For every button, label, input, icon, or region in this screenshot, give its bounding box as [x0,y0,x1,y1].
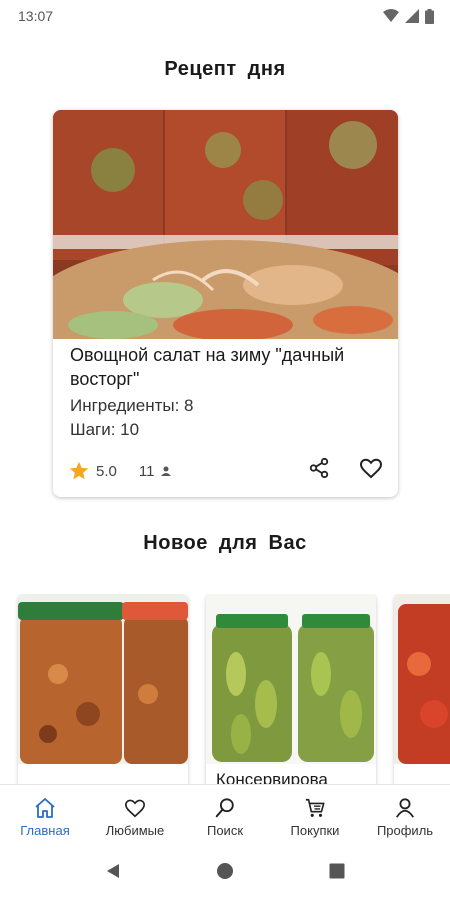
new-recipe-card[interactable]: Консервирова [206,594,376,784]
featured-recipe-card[interactable]: Овощной салат на зиму "дачный восторг" И… [53,110,398,497]
nav-label: Поиск [206,823,244,838]
new-for-you-heading: Новое для Вас [143,532,307,554]
featured-recipe-ingredients: Ингредиенты: 8 [70,396,194,415]
nav-item-profile[interactable]: Профиль [360,785,450,842]
reviews-count: 11 [138,462,155,480]
cart-icon [305,798,325,817]
new-recipe-card[interactable] [394,594,450,784]
nav-label: Любимые [105,823,165,838]
new-recipe-image [206,594,376,764]
featured-recipe-image [53,110,398,339]
nav-item-search[interactable]: Поиск [180,785,270,842]
status-icons [383,8,434,24]
home-circle-icon[interactable] [216,862,234,880]
featured-card-actions [306,455,384,481]
battery-icon [425,8,434,24]
cellular-icon [405,9,419,23]
home-icon [35,798,55,818]
star-icon [69,461,89,480]
heart-icon [359,458,383,479]
new-recipes-carousel[interactable]: Консервирова [0,594,450,784]
recipe-of-day-heading: Рецепт дня [164,58,286,80]
new-recipe-image [394,594,450,764]
system-navigation-bar [0,842,450,900]
new-recipe-image [18,594,188,764]
search-icon [215,798,234,818]
status-bar: 13:07 [0,0,450,32]
favorite-button[interactable] [358,455,384,481]
nav-label: Главная [20,823,70,838]
new-recipe-title[interactable]: Консервирова [216,770,328,784]
bottom-navigation: Главная Любимые Поиск Покупки Профиль [0,784,450,842]
nav-label: Покупки [290,823,340,838]
recents-icon[interactable] [328,862,346,880]
nav-item-shopping[interactable]: Покупки [270,785,360,842]
featured-recipe-steps: Шаги: 10 [70,420,140,439]
share-icon [309,457,329,479]
person-icon [161,466,172,476]
back-icon[interactable] [104,862,122,880]
rating-row: 5.0 11 [68,460,172,482]
nav-item-favorites[interactable]: Любимые [90,785,180,842]
profile-icon [395,798,415,818]
nav-item-home[interactable]: Главная [0,785,90,842]
featured-recipe-title[interactable]: Овощной салат на зиму "дачный восторг" [70,343,390,391]
new-recipe-card[interactable] [18,594,188,784]
wifi-icon [383,9,399,22]
status-time: 13:07 [18,8,54,24]
nav-label: Профиль [376,823,434,838]
rating-value: 5.0 [96,462,117,480]
share-button[interactable] [306,455,332,481]
heart-icon [125,799,145,818]
